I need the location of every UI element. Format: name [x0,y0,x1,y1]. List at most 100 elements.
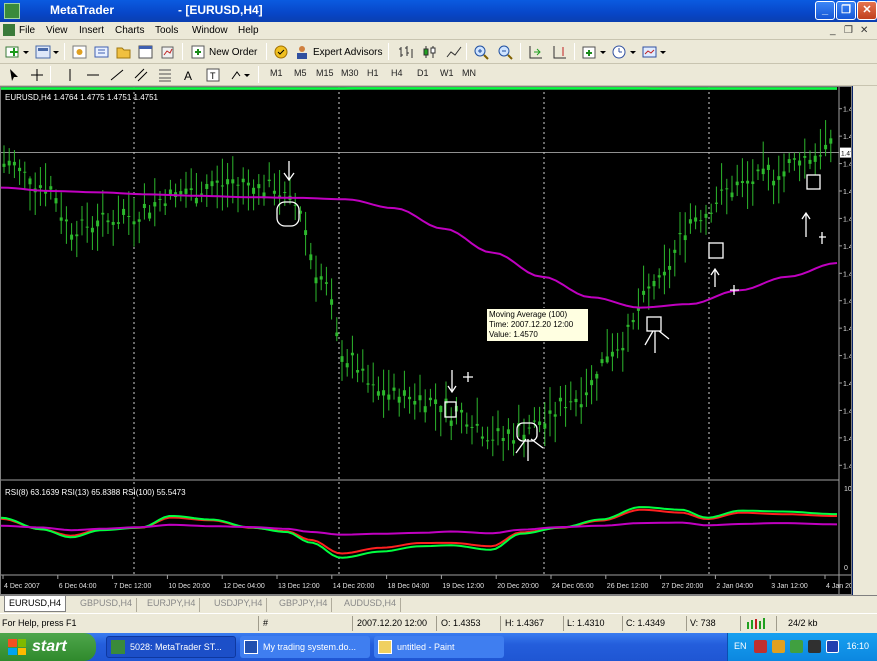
mdi-restore-button[interactable]: ❐ [844,25,853,36]
crosshair-icon[interactable] [28,66,46,84]
tray-monitor-icon[interactable] [826,640,839,653]
menu-file[interactable]: File [19,25,35,36]
moving-average-tooltip: Moving Average (100) Time: 2007.12.20 12… [486,308,589,342]
timeframe-w1[interactable]: W1 [440,68,454,78]
tab-audusd-h4[interactable]: AUDUSD,H4 [340,598,402,612]
menu-tools[interactable]: Tools [155,25,178,36]
chart-window[interactable]: 1.4815 1.4775 1.4735 1.4695 1.4655 1.4615 1.45… [0,86,852,595]
time-tick-label: 14 Dec 20:00 [333,583,375,590]
tray-security-icon[interactable] [772,640,785,653]
menu-help[interactable]: Help [238,25,259,36]
status-traffic: 24/2 kb [788,618,818,628]
text-label-icon[interactable]: T [204,66,222,84]
candle-body [2,163,6,167]
line-chart-icon[interactable] [444,43,464,61]
navigator-icon[interactable] [114,43,134,61]
timeframe-h1[interactable]: H1 [367,68,379,78]
chart-window-icon [3,24,15,36]
mdi-minimize-button[interactable]: _ [830,25,836,36]
horizontal-line-icon[interactable] [84,66,102,84]
trendline-icon[interactable] [108,66,126,84]
zoom-in-icon[interactable] [472,43,492,61]
new-chart-icon[interactable] [4,43,32,61]
candlesticks-icon[interactable] [420,43,440,61]
candle-body [829,138,833,144]
timeframe-d1[interactable]: D1 [417,68,429,78]
timeframe-m15[interactable]: M15 [316,68,334,78]
candle-body [319,276,323,280]
candle-body [662,271,666,276]
terminal-icon[interactable] [136,43,156,61]
market-watch-icon[interactable] [70,43,90,61]
tab-eurjpy-h4[interactable]: EURJPY,H4 [143,598,201,612]
chart-tabs: EURUSD,H4 GBPUSD,H4 EURJPY,H4 USDJPY,H4 … [0,595,877,613]
bar-chart-icon[interactable] [396,43,416,61]
strategy-tester-icon[interactable] [158,43,178,61]
start-button[interactable]: start [0,633,96,661]
candle-body [621,347,625,351]
expert-advisors-button[interactable]: Expert Advisors [272,43,383,61]
arrows-icon[interactable] [228,66,254,84]
timeframe-m5[interactable]: M5 [294,68,307,78]
tray-app-icon[interactable] [754,640,767,653]
indicators-icon[interactable] [580,43,610,61]
toolbar-separator [258,66,259,83]
mdi-close-button[interactable]: ✕ [860,25,868,36]
timeframe-m1[interactable]: M1 [270,68,283,78]
tab-gbpjpy-h4[interactable]: GBPJPY,H4 [275,598,333,612]
tray-volume-icon[interactable] [808,640,821,653]
templates-icon[interactable] [640,43,670,61]
timeframe-h4[interactable]: H4 [391,68,403,78]
new-order-icon [191,45,205,59]
auto-scroll-icon[interactable] [526,43,546,61]
tab-gbpusd-h4[interactable]: GBPUSD,H4 [76,598,138,612]
language-indicator[interactable]: EN [734,641,747,651]
candle-body [574,398,578,403]
candle-body [532,420,536,422]
candle-body [257,184,261,189]
text-icon[interactable]: A [180,66,198,84]
candle-body [647,286,651,289]
menu-charts[interactable]: Charts [115,25,144,36]
menu-view[interactable]: View [46,25,68,36]
timeframe-m30[interactable]: M30 [341,68,359,78]
tooltip-value: Value: 1.4570 [489,330,538,339]
candle-body [90,227,94,233]
tray-network-icon[interactable] [790,640,803,653]
candle-body [413,401,417,405]
candle-body [148,212,152,219]
task-metatrader[interactable]: 5028: MetaTrader ST... [106,636,236,658]
toolbar-separator [388,43,389,60]
price-tick-label: 1.4815 [843,107,851,114]
fibonacci-icon[interactable] [156,66,174,84]
periods-icon[interactable] [610,43,640,61]
price-chart[interactable]: 1.4815 1.4775 1.4735 1.4695 1.4655 1.4615 1.45… [1,87,851,594]
new-order-button[interactable]: New Order [188,43,258,61]
candle-body [824,144,828,150]
candle-body [194,197,198,204]
chart-shift-icon[interactable] [550,43,570,61]
timeframe-mn[interactable]: MN [462,68,476,78]
minimize-button[interactable]: _ [815,1,835,20]
toolbar-separator [266,43,267,60]
task-paint[interactable]: untitled - Paint [374,636,504,658]
data-window-icon[interactable] [92,43,112,61]
equidistant-channel-icon[interactable] [132,66,150,84]
time-tick-label: 20 Dec 20:00 [497,583,539,590]
tab-usdjpy-h4[interactable]: USDJPY,H4 [210,598,268,612]
tab-eurusd-h4[interactable]: EURUSD,H4 [4,596,67,612]
close-button[interactable]: ✕ [857,1,877,20]
candle-body [418,395,422,401]
candle-body [761,168,765,175]
candle-body [246,182,250,186]
candle-body [688,219,692,224]
restore-button[interactable]: ❐ [836,1,856,20]
menu-insert[interactable]: Insert [79,25,104,36]
menu-window[interactable]: Window [192,25,228,36]
zoom-out-icon[interactable] [496,43,516,61]
status-separator [352,616,353,631]
profiles-icon[interactable] [34,43,62,61]
task-word-document[interactable]: My trading system.do... [240,636,370,658]
cursor-icon[interactable] [6,66,22,84]
vertical-line-icon[interactable] [62,66,78,84]
